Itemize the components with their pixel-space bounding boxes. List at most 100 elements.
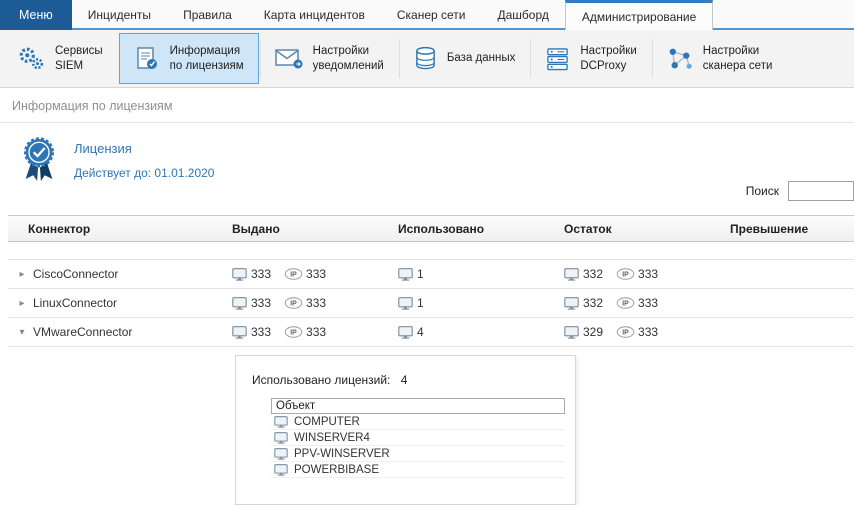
tab-label: Дашборд: [497, 8, 549, 22]
remaining-ips: 333: [638, 325, 659, 339]
connector-name: LinuxConnector: [33, 296, 118, 310]
col-header-remaining[interactable]: Остаток: [556, 222, 722, 236]
toolbar-item-siem-services[interactable]: Сервисы SIEM: [2, 30, 118, 87]
ip-icon: IP: [284, 297, 303, 309]
server-icon: [545, 47, 570, 71]
toolbar-item-network-scanner-settings[interactable]: Настройки сканера сети: [651, 30, 788, 87]
used-licenses-label: Использовано лицензий:: [252, 373, 391, 387]
license-table: Коннектор Выдано Использовано Остаток Пр…: [8, 215, 854, 347]
tab-label: Карта инцидентов: [263, 8, 365, 22]
license-detail-panel: Использовано лицензий: 4 Объект COMPUTER…: [235, 355, 576, 505]
computer-icon: [564, 325, 579, 339]
computer-icon: [232, 296, 247, 310]
ip-icon: IP: [284, 268, 303, 280]
computer-icon: [232, 267, 247, 281]
toolbar-item-dcproxy-settings[interactable]: Настройки DCProxy: [530, 30, 651, 87]
tab-label: Администрирование: [581, 9, 697, 24]
toolbar-item-label: Информация по лицензиям: [170, 44, 244, 74]
object-row[interactable]: WINSERVER4: [271, 430, 565, 446]
admin-toolbar: Сервисы SIEM Информация по лицензиям Нас…: [0, 30, 854, 88]
col-header-connector[interactable]: Коннектор: [8, 222, 224, 236]
license-info: Лицензия Действует до: 01.01.2020: [18, 136, 214, 209]
tab-incidents[interactable]: Инциденты: [72, 0, 167, 30]
used-computers: 1: [417, 267, 424, 281]
tab-label: Инциденты: [87, 8, 152, 22]
remaining-computers: 332: [583, 267, 604, 281]
object-row[interactable]: PPV-WINSERVER: [271, 446, 565, 462]
menu-button[interactable]: Меню: [0, 0, 72, 30]
svg-text:IP: IP: [622, 271, 629, 278]
ip-icon: IP: [284, 326, 303, 338]
search-label: Поиск: [745, 184, 779, 198]
remaining-ips: 333: [638, 267, 659, 281]
tab-label: Правила: [183, 8, 232, 22]
label-line1: Сервисы: [55, 44, 103, 57]
computer-icon: [398, 325, 413, 339]
used-computers: 1: [417, 296, 424, 310]
expand-arrow-icon[interactable]: ▸: [17, 298, 27, 309]
object-column-header[interactable]: Объект: [271, 398, 565, 414]
collapse-arrow-icon[interactable]: ▾: [17, 327, 27, 338]
table-row-linux[interactable]: ▸ LinuxConnector 333 IP 333 1 332 IP 333: [8, 289, 854, 318]
search-box: Поиск: [746, 181, 854, 201]
svg-text:IP: IP: [290, 300, 297, 307]
svg-text:IP: IP: [290, 329, 297, 336]
tab-rules[interactable]: Правила: [167, 0, 248, 30]
license-banner: Лицензия Действует до: 01.01.2020 Поиск: [0, 123, 854, 215]
medal-icon: [18, 136, 60, 209]
used-licenses-line: Использовано лицензий: 4: [252, 373, 559, 387]
col-header-issued[interactable]: Выдано: [224, 222, 390, 236]
computer-icon: [564, 296, 579, 310]
object-row[interactable]: POWERBIBASE: [271, 462, 565, 478]
connector-name: VMwareConnector: [33, 325, 133, 339]
label-line2: SIEM: [55, 59, 84, 72]
computer-icon: [274, 432, 288, 444]
label-line1: Информация: [169, 44, 241, 57]
table-row-cisco[interactable]: ▸ CiscoConnector 333 IP 333 1 332 IP 333: [8, 260, 854, 289]
col-header-excess[interactable]: Превышение: [722, 222, 854, 236]
tab-network-scanner[interactable]: Сканер сети: [381, 0, 482, 30]
ip-icon: IP: [616, 268, 635, 280]
label-line2: уведомлений: [312, 59, 384, 72]
object-name: POWERBIBASE: [294, 464, 379, 476]
search-input[interactable]: [788, 181, 854, 201]
tab-incident-map[interactable]: Карта инцидентов: [248, 0, 381, 30]
label-line1: База данных: [446, 52, 516, 65]
remaining-computers: 329: [583, 325, 604, 339]
toolbar-item-label: Сервисы SIEM: [55, 44, 103, 74]
tab-dashboard[interactable]: Дашборд: [482, 0, 565, 30]
ip-icon: IP: [616, 297, 635, 309]
menu-button-label: Меню: [19, 8, 53, 22]
table-row-vmware[interactable]: ▾ VMwareConnector 333 IP 333 4 329 IP 33…: [8, 318, 854, 347]
expand-arrow-icon[interactable]: ▸: [17, 269, 27, 280]
toolbar-item-label: Настройки сканера сети: [703, 44, 773, 74]
toolbar-item-notification-settings[interactable]: Настройки уведомлений: [259, 30, 399, 87]
issued-ips: 333: [306, 296, 327, 310]
computer-icon: [274, 464, 288, 476]
issued-ips: 333: [306, 267, 327, 281]
computer-icon: [274, 416, 288, 428]
svg-text:IP: IP: [622, 300, 629, 307]
envelope-icon: [274, 48, 303, 69]
toolbar-item-license-info[interactable]: Информация по лицензиям: [118, 33, 259, 84]
toolbar-item-database[interactable]: База данных: [398, 30, 531, 87]
connector-name: CiscoConnector: [33, 267, 119, 281]
toolbar-item-label: Настройки уведомлений: [313, 44, 384, 74]
tab-administration[interactable]: Администрирование: [564, 0, 714, 30]
svg-text:IP: IP: [290, 271, 297, 278]
col-header-used[interactable]: Использовано: [390, 222, 556, 236]
remaining-ips: 333: [638, 296, 659, 310]
label-line2: DCProxy: [580, 59, 627, 72]
svg-text:IP: IP: [622, 329, 629, 336]
table-header-row: Коннектор Выдано Использовано Остаток Пр…: [8, 215, 854, 242]
label-line1: Настройки: [312, 44, 370, 57]
computer-icon: [398, 267, 413, 281]
used-licenses-count: 4: [400, 373, 408, 387]
object-row[interactable]: COMPUTER: [271, 414, 565, 430]
used-computers: 4: [417, 325, 424, 339]
gears-icon: [17, 46, 45, 72]
issued-ips: 333: [306, 325, 327, 339]
ip-icon: IP: [616, 326, 635, 338]
license-title: Лицензия: [74, 141, 132, 156]
license-valid-until: Действует до: 01.01.2020: [74, 166, 215, 180]
